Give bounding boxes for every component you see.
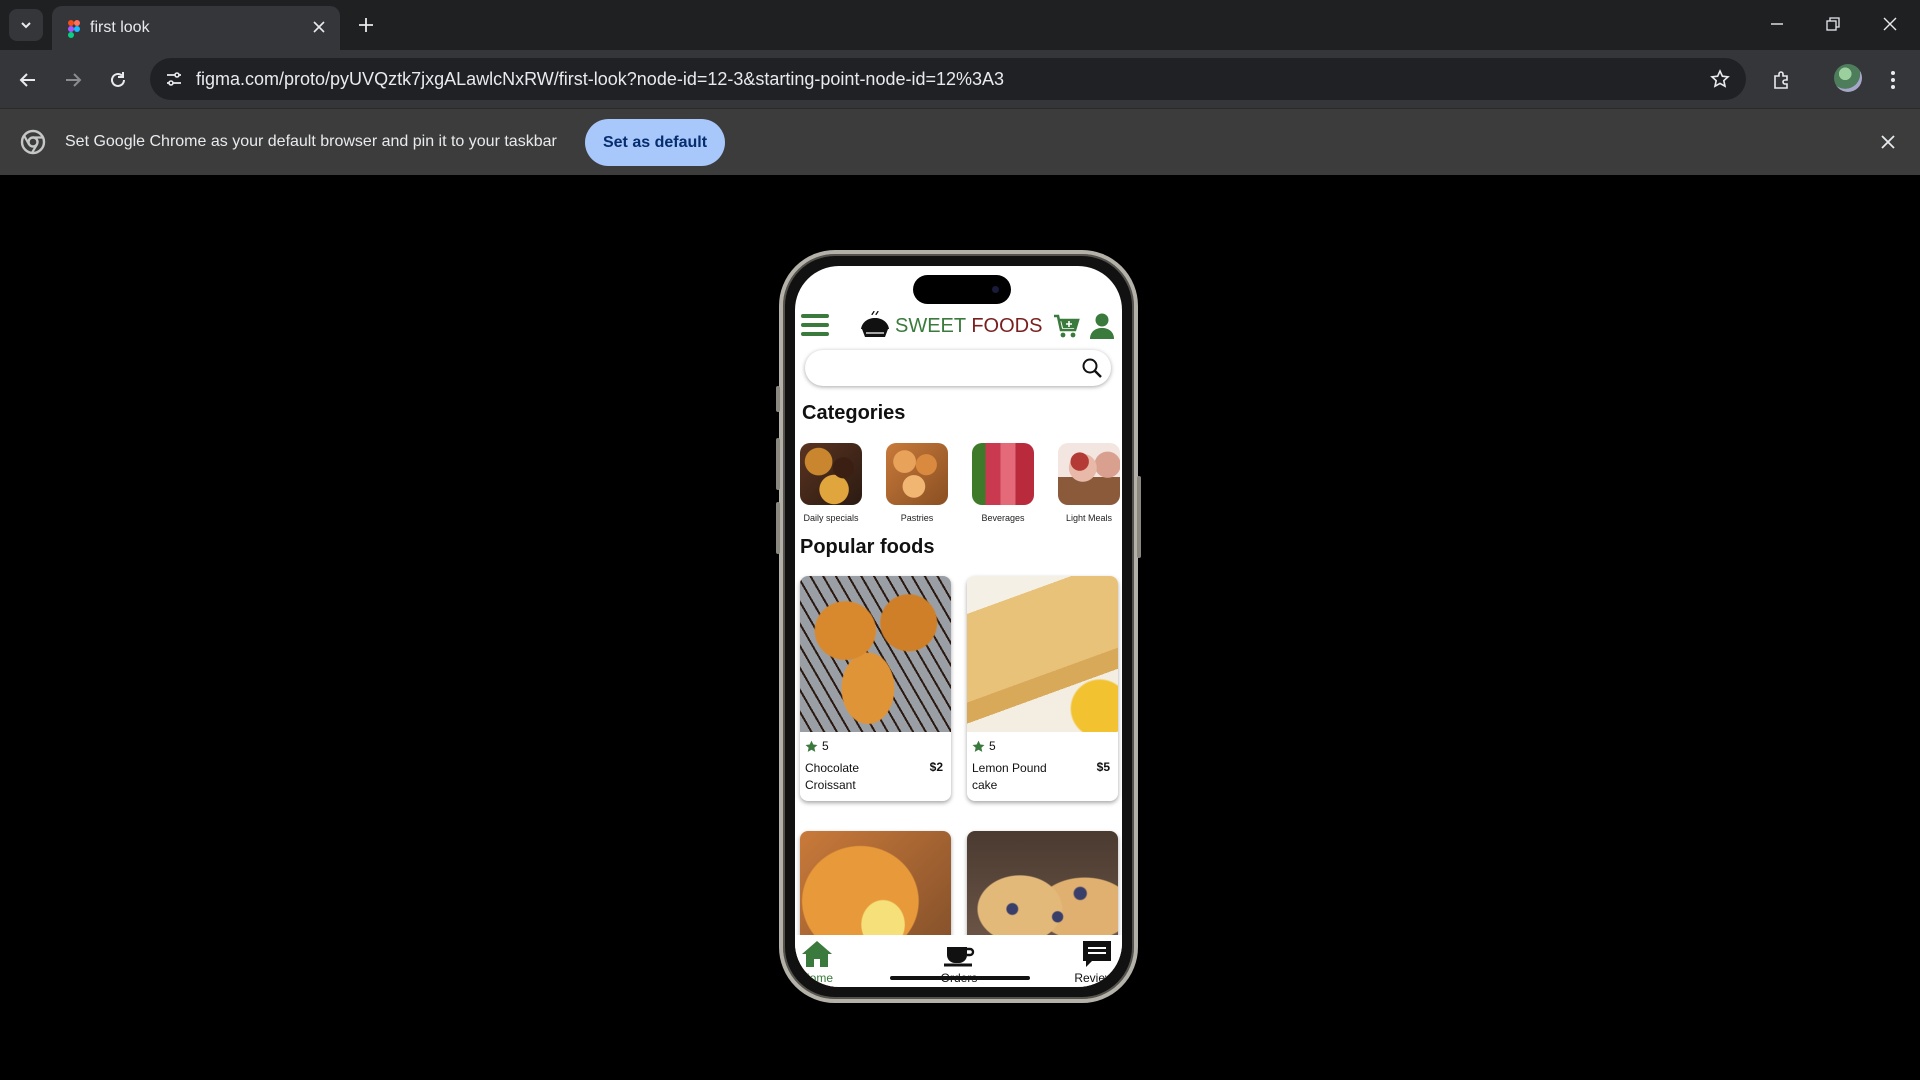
close-icon <box>313 21 325 33</box>
dynamic-island <box>913 275 1011 304</box>
food-image <box>800 576 951 732</box>
new-tab-button[interactable] <box>352 12 380 38</box>
close-window-button[interactable] <box>1870 8 1910 40</box>
category-image <box>972 443 1034 505</box>
category-label: Beverages <box>981 513 1025 523</box>
category-image <box>1058 443 1120 505</box>
star-icon <box>805 740 818 752</box>
close-icon <box>1881 135 1895 149</box>
phone-action-button <box>776 386 780 412</box>
tune-icon <box>167 72 181 86</box>
app-screen: SWEET FOODS Categories Daily specials Pa… <box>795 266 1122 987</box>
default-browser-infobar: Set Google Chrome as your default browse… <box>0 108 1920 175</box>
infobar-close-button[interactable] <box>1876 130 1900 154</box>
chrome-logo-icon <box>20 129 46 155</box>
category-image <box>886 443 948 505</box>
minimize-button[interactable] <box>1757 8 1797 40</box>
arrow-left-icon <box>19 73 35 87</box>
home-indicator <box>890 976 1030 980</box>
food-price: $2 <box>929 760 943 774</box>
browser-toolbar: figma.com/proto/pyUVQztk7jxgALawlcNxRW/f… <box>0 50 1920 108</box>
forward-button[interactable] <box>57 64 89 96</box>
chat-bubble-icon <box>1083 941 1111 967</box>
category-image <box>800 443 862 505</box>
categories-heading: Categories <box>802 402 906 424</box>
tab-title: first look <box>90 19 150 36</box>
nav-label: Home <box>800 971 833 985</box>
site-info-button[interactable] <box>158 63 190 95</box>
minimize-icon <box>1771 23 1783 25</box>
hamburger-menu-icon[interactable] <box>801 314 829 336</box>
infobar-message: Set Google Chrome as your default browse… <box>65 133 557 150</box>
brand-name: SWEET FOODS <box>895 315 1042 338</box>
food-rating: 5 <box>972 739 996 753</box>
puzzle-icon <box>1774 71 1788 89</box>
user-profile-icon[interactable] <box>1089 312 1115 340</box>
profile-avatar[interactable] <box>1834 64 1862 92</box>
phone-volume-down-button <box>776 502 780 554</box>
category-label: Light Meals <box>1065 513 1113 523</box>
rating-value: 5 <box>822 739 829 753</box>
star-icon <box>972 740 985 752</box>
category-label: Daily specials <box>803 513 859 523</box>
url-text: figma.com/proto/pyUVQztk7jxgALawlcNxRW/f… <box>196 69 1005 89</box>
brand-name-part1: SWEET <box>895 315 972 337</box>
reload-button[interactable] <box>102 64 134 96</box>
nav-reviews[interactable]: Reviews <box>1057 939 1122 985</box>
restore-icon <box>1826 17 1840 31</box>
brand-name-part2: FOODS <box>971 315 1043 337</box>
bookmark-button[interactable] <box>1704 63 1736 95</box>
food-image <box>967 576 1118 732</box>
food-card-lemon-pound-cake[interactable]: 5 Lemon Pound cake $5 <box>967 576 1118 801</box>
star-outline-icon <box>1710 69 1730 88</box>
app-header: SWEET FOODS <box>795 302 1122 348</box>
address-bar[interactable]: figma.com/proto/pyUVQztk7jxgALawlcNxRW/f… <box>150 58 1746 100</box>
tab-strip: first look <box>0 0 1920 50</box>
extensions-button[interactable] <box>1766 64 1798 96</box>
category-daily-specials[interactable]: Daily specials <box>798 443 864 523</box>
cake-logo-icon <box>861 310 889 337</box>
food-name: Lemon Pound cake <box>972 761 1047 792</box>
arrow-right-icon <box>66 73 82 87</box>
chevron-down-icon <box>21 22 31 29</box>
close-icon <box>1883 17 1897 31</box>
category-light-meals[interactable]: Light Meals <box>1056 443 1122 523</box>
tab-close-button[interactable] <box>308 16 330 38</box>
reload-icon <box>111 72 125 87</box>
tab-search-button[interactable] <box>9 9 43 41</box>
plus-icon <box>359 18 373 32</box>
phone-power-button <box>1137 476 1141 558</box>
camera-dot <box>992 286 999 293</box>
category-pastries[interactable]: Pastries <box>884 443 950 523</box>
home-icon <box>802 941 832 967</box>
phone-volume-up-button <box>776 438 780 490</box>
food-price: $5 <box>1096 760 1110 774</box>
food-rating: 5 <box>805 739 829 753</box>
browser-tab[interactable]: first look <box>52 6 340 50</box>
search-input[interactable] <box>805 350 1111 386</box>
nav-home[interactable]: Home <box>795 939 857 985</box>
restore-button[interactable] <box>1813 8 1853 40</box>
phone-frame: SWEET FOODS Categories Daily specials Pa… <box>776 250 1141 1003</box>
bottom-navigation: Home Orders Reviews <box>795 935 1122 987</box>
cart-icon[interactable] <box>1052 312 1080 340</box>
category-beverages[interactable]: Beverages <box>970 443 1036 523</box>
rating-value: 5 <box>989 739 996 753</box>
food-card-chocolate-croissant[interactable]: 5 Chocolate Croissant $2 <box>800 576 951 801</box>
search-icon[interactable] <box>1081 357 1103 379</box>
set-default-button[interactable]: Set as default <box>585 119 725 166</box>
popular-foods-heading: Popular foods <box>800 536 935 558</box>
nav-label: Reviews <box>1074 971 1120 985</box>
kebab-menu-icon <box>1891 71 1895 89</box>
figma-icon <box>68 20 80 38</box>
back-button[interactable] <box>12 64 44 96</box>
category-label: Pastries <box>900 513 934 523</box>
chrome-menu-button[interactable] <box>1877 64 1909 96</box>
food-name: Chocolate Croissant <box>805 761 860 792</box>
coffee-cup-icon <box>944 947 975 967</box>
